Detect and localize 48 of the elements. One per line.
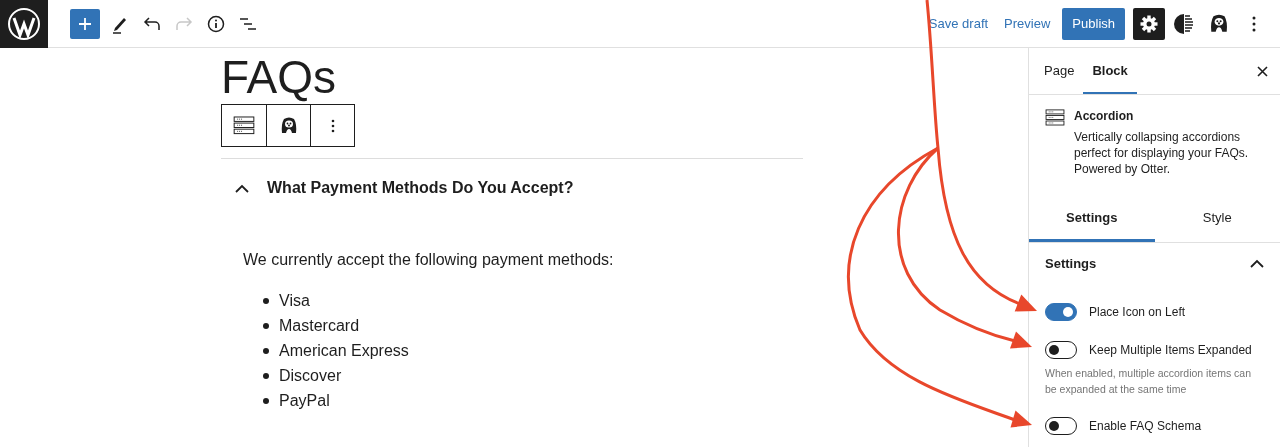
toggle-label: Place Icon on Left [1089,305,1186,319]
plus-icon [77,15,93,32]
block-name: Accordion [1074,109,1135,123]
bullet-icon [263,297,269,304]
page-title[interactable]: FAQs [221,52,337,102]
toggle-label: Keep Multiple Items Expanded [1089,343,1252,357]
list-item: Visa [279,291,310,310]
close-icon [1256,65,1268,77]
paragraph: We currently accept the following payment methods: [243,251,615,269]
contrast-icon [1173,12,1195,35]
add-block-button[interactable] [70,8,100,39]
sidebar-tab[interactable]: Block [1083,48,1137,94]
preview-button[interactable]: Preview [998,16,1057,31]
sidebar-tab[interactable]: Page [1035,48,1084,94]
bullet-icon [263,322,269,329]
list-view-icon [239,15,257,32]
list-item: American Express [279,341,409,360]
chevron-up-icon [235,183,249,193]
more-icon [330,118,335,133]
bullet-icon [263,372,269,379]
save-draft-button[interactable]: Save draft [922,16,995,31]
bullet-icon [263,347,269,354]
toggle-switch[interactable] [1045,341,1077,359]
info-icon [207,14,225,33]
accordion-icon [233,116,255,135]
block-description: Vertically collapsing accordions perfect for displaying your FAQs. Powered by Otter. [1074,129,1250,177]
toggle-switch[interactable] [1045,303,1077,321]
accordion-question[interactable]: What Payment Methods Do You Accept? [267,179,574,197]
gear-icon [1139,13,1159,34]
list-item: PayPal [279,391,330,410]
settings-button[interactable] [1133,7,1165,40]
settings-tab[interactable]: Style [1154,195,1280,242]
list-item: Discover [279,366,342,385]
redo-icon [175,16,193,31]
animal-icon [1208,12,1230,35]
toggle-label: Enable FAQ Schema [1089,419,1202,433]
publish-button[interactable]: Publish [1062,7,1125,40]
settings-tab[interactable]: Settings [1029,195,1155,242]
panel-header[interactable]: Settings [1029,243,1280,283]
logo-icon[interactable] [0,0,48,48]
more-icon [1252,15,1256,32]
undo-icon [143,16,161,31]
list-item: Mastercard [279,316,360,335]
toggle-switch[interactable] [1045,417,1077,435]
accordion-icon [1045,109,1065,126]
chevron-up-icon [1250,258,1264,268]
bullet-icon [263,397,269,404]
help-text: When enabled, multiple accordion items can be expanded at the same time [1044,366,1253,397]
